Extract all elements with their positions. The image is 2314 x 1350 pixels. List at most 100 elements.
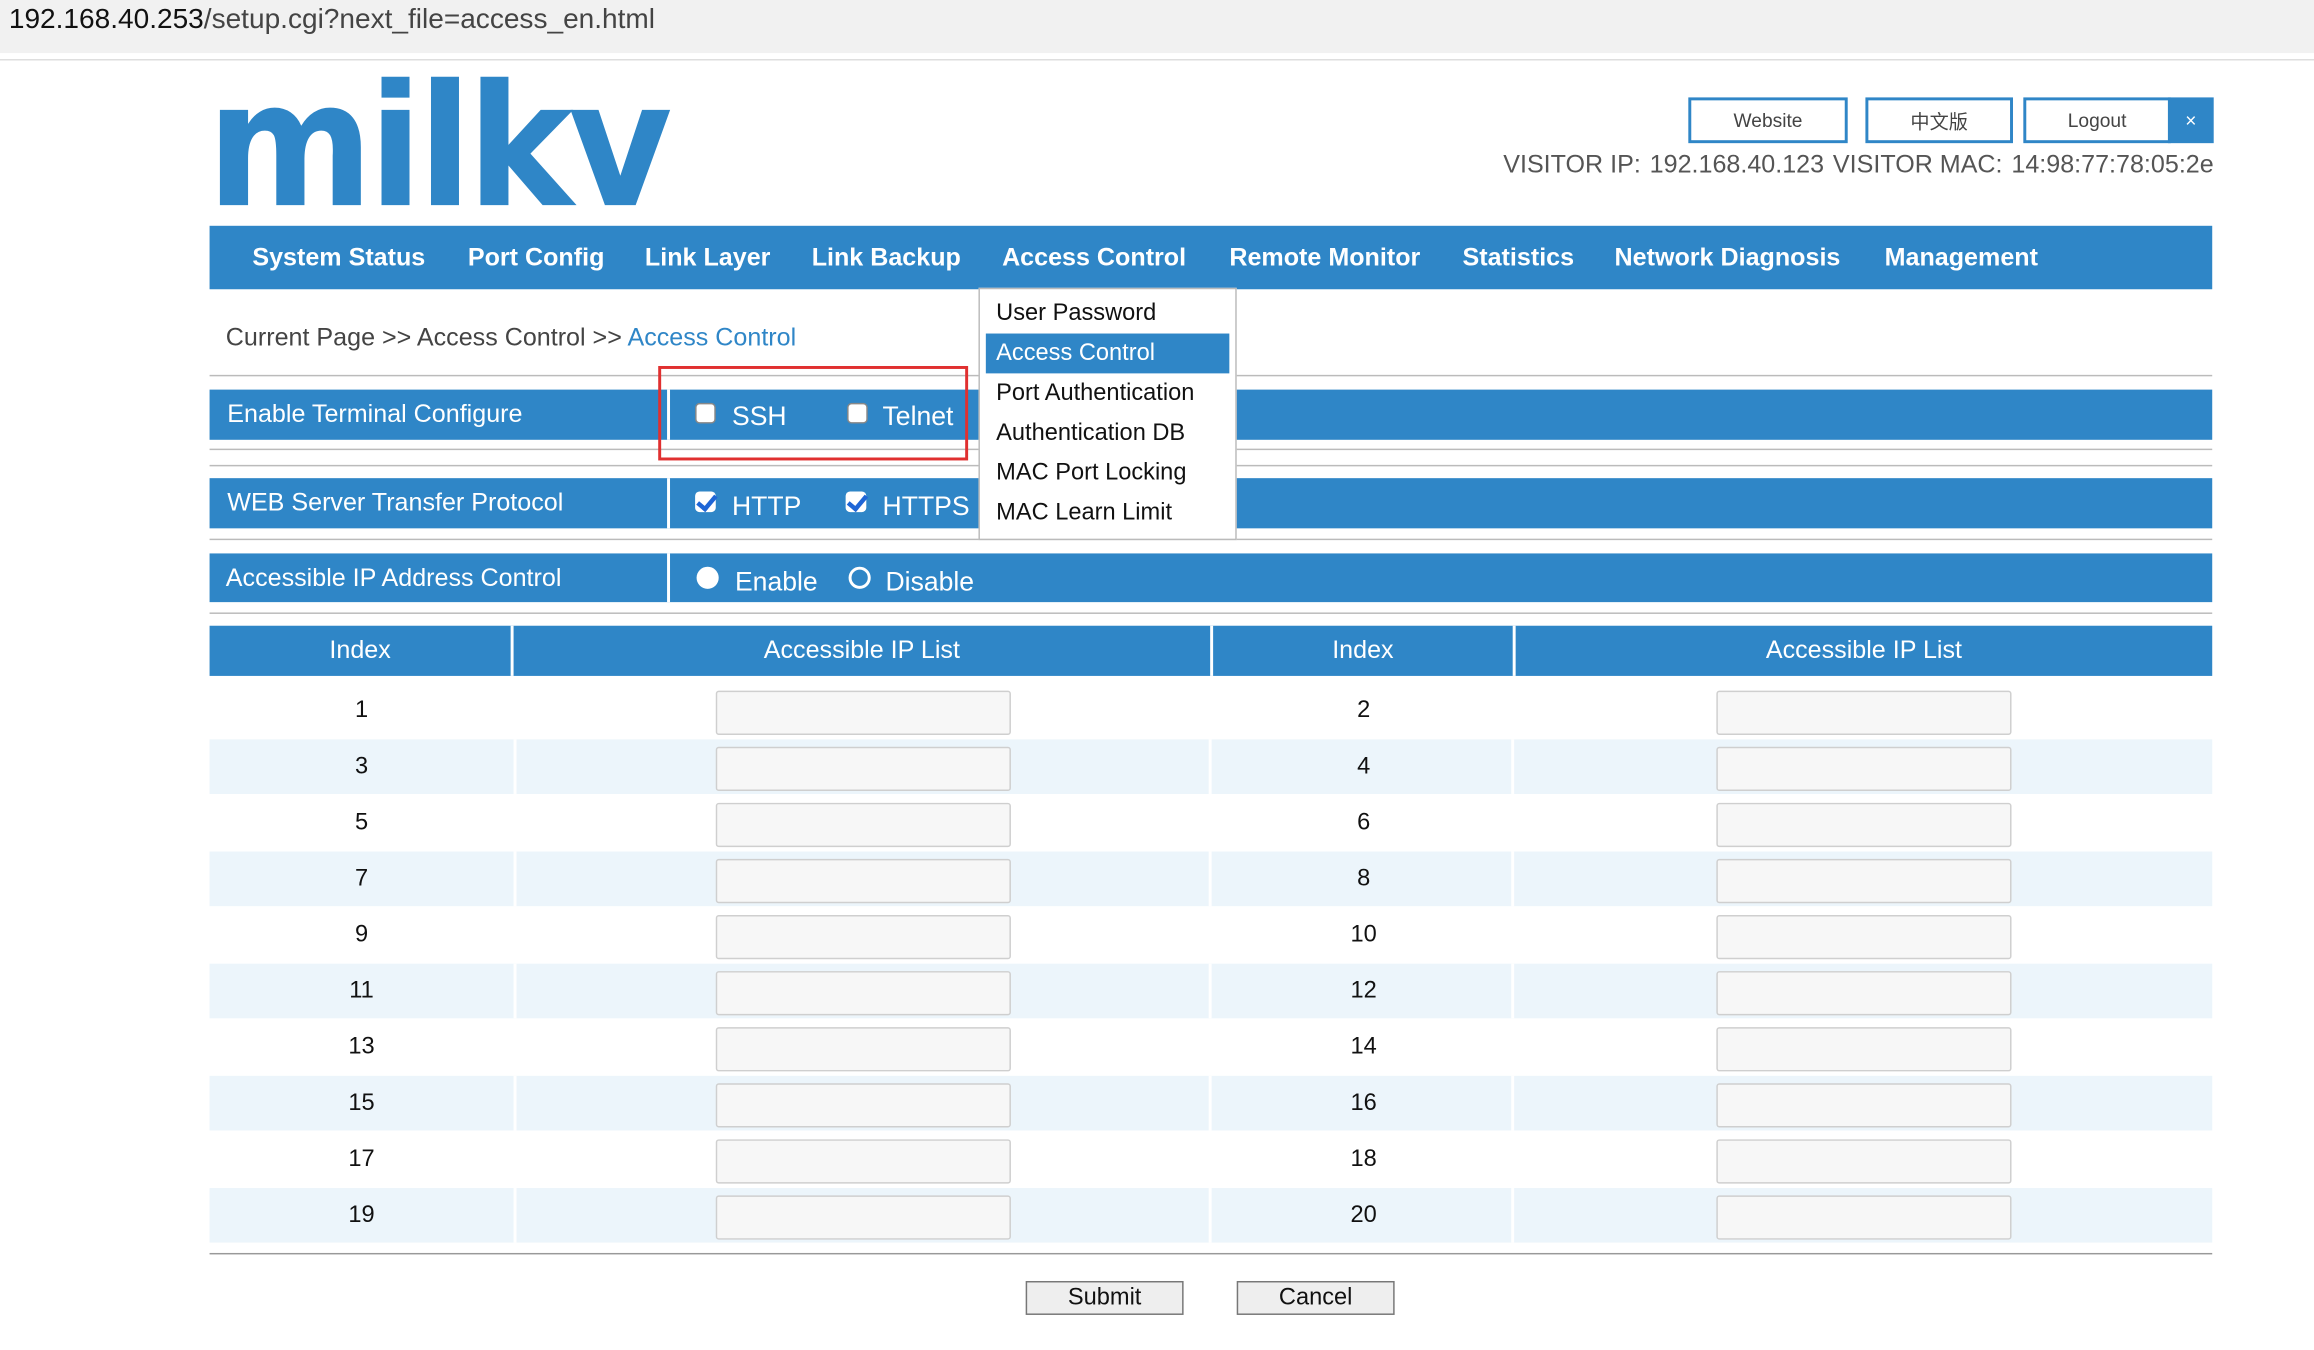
- row-index-right: 10: [1350, 922, 1377, 948]
- url-host: 192.168.40.253: [8, 4, 204, 36]
- column-divider: [1511, 739, 1515, 794]
- menu-item-port-authentication[interactable]: Port Authentication: [986, 373, 1230, 413]
- column-divider: [513, 795, 517, 851]
- row-index-right: 14: [1350, 1034, 1377, 1060]
- nav-port-config[interactable]: Port Config: [468, 226, 605, 289]
- row-index-left: 7: [354, 866, 369, 892]
- nav-access-control[interactable]: Access Control: [1002, 226, 1186, 289]
- ip-control-label: Accessible IP Address Control: [225, 563, 562, 592]
- visitor-ip-label: VISITOR IP:: [1503, 150, 1641, 179]
- column-divider: [667, 478, 671, 529]
- column-divider: [513, 1188, 517, 1243]
- column-divider: [513, 1131, 517, 1187]
- menu-item-mac-port-locking[interactable]: MAC Port Locking: [986, 453, 1230, 493]
- ip-input-left[interactable]: [715, 1027, 1011, 1072]
- chinese-language-button[interactable]: 中文版: [1865, 97, 2013, 144]
- nav-network-diagnosis[interactable]: Network Diagnosis: [1615, 226, 1841, 289]
- column-divider: [513, 851, 517, 907]
- column-divider: [1511, 907, 1515, 963]
- column-divider: [513, 1075, 517, 1131]
- ip-input-right[interactable]: [1716, 1083, 2012, 1128]
- column-divider: [1511, 1075, 1515, 1131]
- ip-control-disable-radio[interactable]: [848, 566, 871, 589]
- column-divider: [513, 907, 517, 963]
- row-index-left: 5: [354, 810, 369, 836]
- ip-input-right[interactable]: [1716, 914, 2012, 960]
- enable-label: Enable: [734, 566, 818, 597]
- submit-button[interactable]: Submit: [1025, 1280, 1184, 1315]
- ip-input-left[interactable]: [715, 1083, 1011, 1128]
- terminal-config-label: Enable Terminal Configure: [227, 399, 523, 428]
- column-divider: [513, 963, 517, 1019]
- web-protocol-label: WEB Server Transfer Protocol: [227, 488, 564, 517]
- nav-link-backup[interactable]: Link Backup: [812, 226, 961, 289]
- breadcrumb-current: Access Control: [627, 323, 797, 352]
- row-index-left: 1: [354, 698, 369, 724]
- row-index-left: 9: [354, 922, 369, 948]
- breadcrumb-prefix: Current Page >> Access Control >>: [225, 323, 622, 352]
- header-index-right: Index: [1332, 636, 1394, 665]
- ip-input-right[interactable]: [1716, 1195, 2012, 1240]
- menu-item-mac-learn-limit[interactable]: MAC Learn Limit: [986, 493, 1230, 533]
- ip-input-right[interactable]: [1716, 1027, 2012, 1072]
- ip-table-header: Index Accessible IP List Index Accessibl…: [209, 625, 2213, 676]
- ip-input-right[interactable]: [1716, 802, 2012, 848]
- close-icon[interactable]: ×: [2167, 97, 2214, 144]
- row-index-left: 15: [348, 1090, 375, 1116]
- row-index-left: 17: [348, 1146, 375, 1172]
- table-row: 78: [209, 851, 2213, 907]
- http-checkbox[interactable]: [695, 491, 716, 513]
- ip-input-right[interactable]: [1716, 690, 2012, 735]
- main-nav: System Status Port Config Link Layer Lin…: [209, 225, 2213, 290]
- ip-input-right[interactable]: [1716, 858, 2012, 904]
- row-index-left: 11: [349, 978, 374, 1004]
- https-label: HTTPS: [882, 491, 970, 521]
- menu-item-user-password[interactable]: User Password: [986, 294, 1230, 334]
- nav-remote-monitor[interactable]: Remote Monitor: [1229, 226, 1420, 289]
- divider: [209, 1252, 2213, 1255]
- milkv-logo: milkv: [207, 77, 673, 219]
- https-checkbox[interactable]: [845, 491, 867, 513]
- row-index-right: 12: [1350, 978, 1377, 1004]
- menu-item-authentication-db[interactable]: Authentication DB: [986, 413, 1230, 453]
- nav-management[interactable]: Management: [1885, 226, 2038, 289]
- ip-input-left[interactable]: [715, 858, 1011, 904]
- ip-control-enable-radio[interactable]: [696, 566, 719, 589]
- browser-url[interactable]: 192.168.40.253/setup.cgi?next_file=acces…: [9, 4, 655, 36]
- logout-button[interactable]: Logout: [2023, 97, 2171, 144]
- divider: [209, 612, 2213, 614]
- visitor-mac: 14:98:77:78:05:2e: [2011, 150, 2214, 179]
- ip-input-left[interactable]: [715, 746, 1011, 792]
- column-divider: [1511, 795, 1515, 851]
- row-index-right: 18: [1350, 1146, 1377, 1172]
- column-divider: [1511, 851, 1515, 907]
- nav-statistics[interactable]: Statistics: [1463, 226, 1575, 289]
- ip-control-row: Accessible IP Address Control Enable Dis…: [209, 553, 2213, 603]
- website-button[interactable]: Website: [1688, 97, 1848, 144]
- ip-input-right[interactable]: [1716, 746, 2012, 792]
- nav-system-status[interactable]: System Status: [252, 226, 425, 289]
- ip-input-left[interactable]: [715, 971, 1011, 1016]
- ip-input-left[interactable]: [715, 1195, 1011, 1240]
- highlight-box: [658, 365, 969, 461]
- column-divider: [513, 683, 517, 738]
- row-index-right: 6: [1357, 810, 1371, 836]
- nav-link-layer[interactable]: Link Layer: [645, 226, 771, 289]
- row-index-left: 3: [354, 754, 369, 780]
- table-row: 34: [209, 739, 2213, 794]
- ip-input-right[interactable]: [1716, 1139, 2012, 1184]
- cancel-button[interactable]: Cancel: [1236, 1280, 1395, 1315]
- ip-input-left[interactable]: [715, 802, 1011, 848]
- table-row: 17 18: [210, 1131, 2213, 1187]
- menu-item-access-control[interactable]: Access Control: [985, 333, 1230, 374]
- ip-input-left[interactable]: [715, 914, 1011, 960]
- row-index-right: 16: [1350, 1090, 1377, 1116]
- column-divider: [1511, 1131, 1515, 1187]
- ip-input-left[interactable]: [715, 1139, 1011, 1184]
- column-divider: [513, 739, 517, 794]
- ip-input-left[interactable]: [715, 690, 1011, 735]
- url-bar-divider: [0, 59, 2314, 61]
- column-divider: [1511, 1019, 1515, 1075]
- ip-input-right[interactable]: [1716, 971, 2012, 1016]
- table-row: 12: [210, 683, 2213, 738]
